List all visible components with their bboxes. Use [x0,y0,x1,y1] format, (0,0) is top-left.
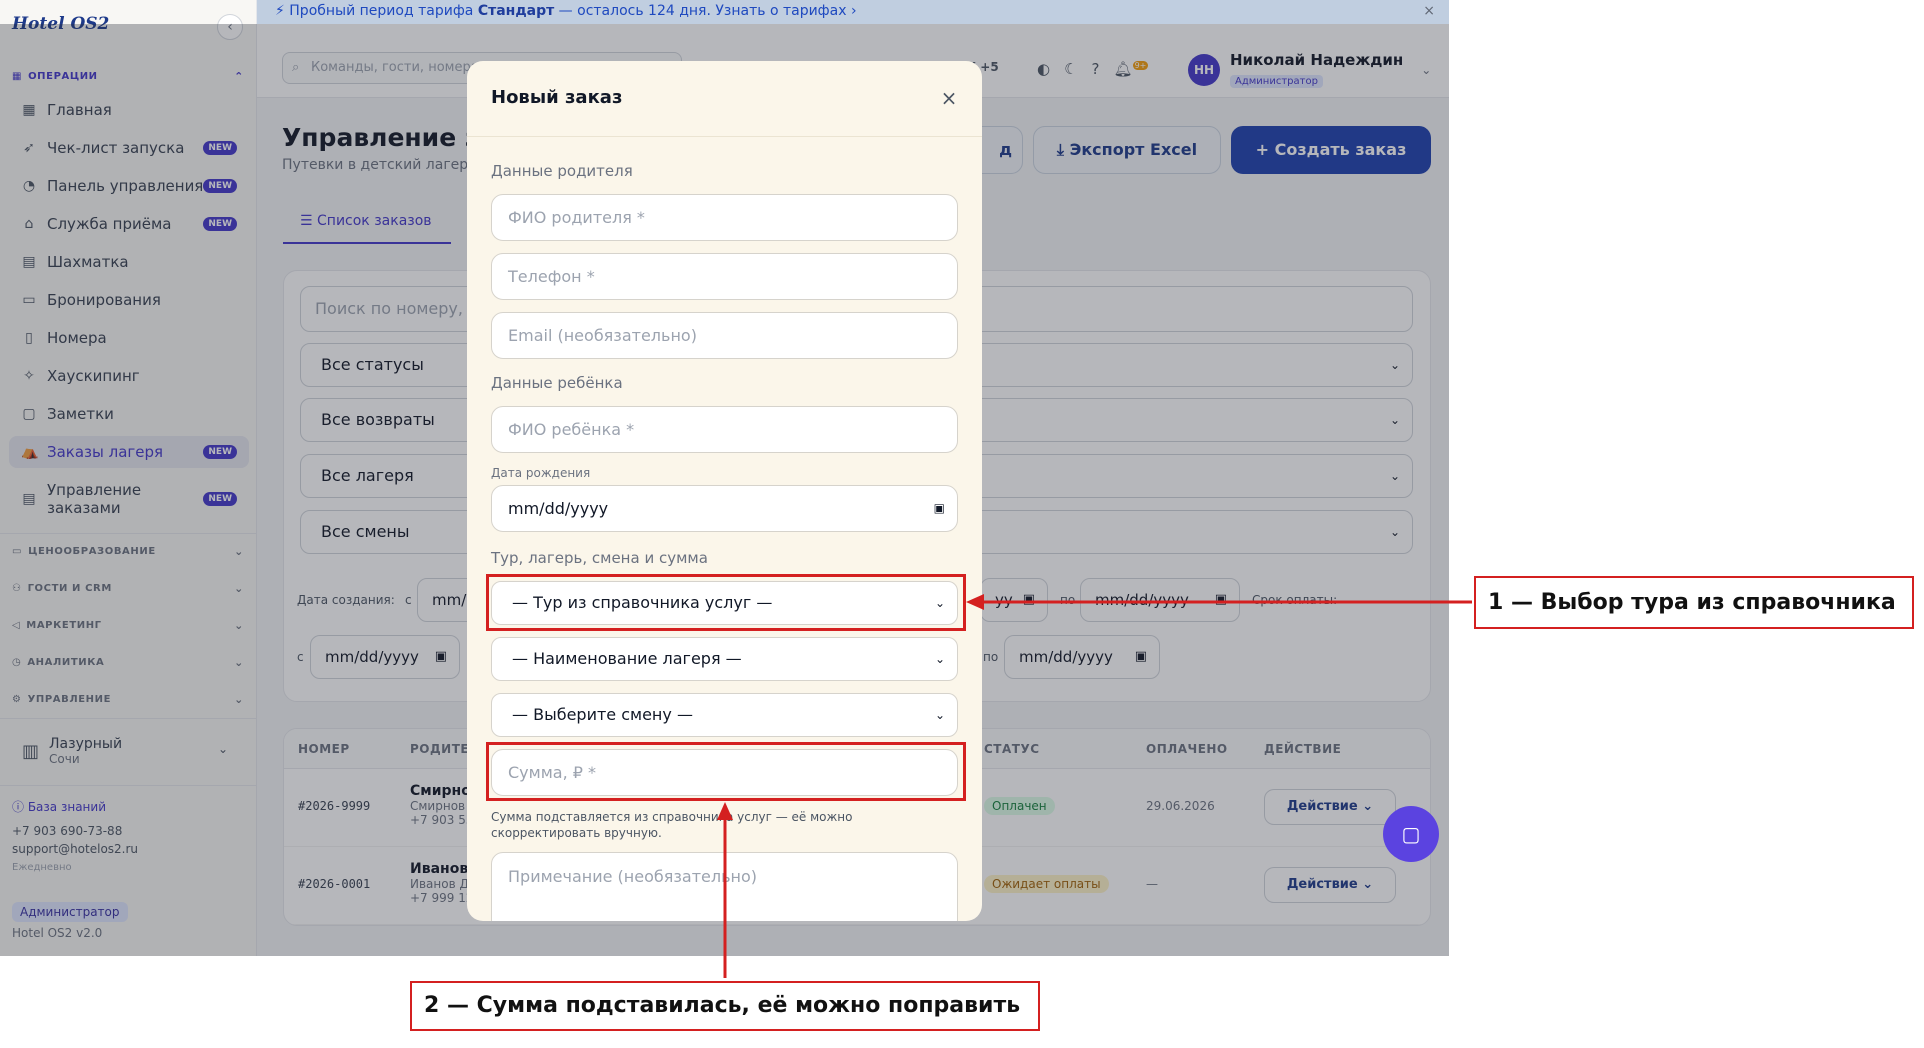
dob-label: Дата рождения [491,466,591,480]
shift-select[interactable]: — Выберите смену — ⌄ [491,693,958,737]
calendar-icon: ▣ [933,501,945,515]
phone-field[interactable]: Телефон * [491,253,958,300]
chevron-down-icon: ⌄ [934,708,945,722]
app-screenshot: Hotel OS2 ‹ ▦ ОПЕРАЦИИ ⌃ ▦ Главная ➶ Чек-л… [0,0,1449,956]
amount-field-highlight [486,742,966,801]
callout-tour-selection: 1 — Выбор тура из справочника [1474,576,1914,629]
child-name-field[interactable]: ФИО ребёнка * [491,406,958,453]
tour-select-highlight [486,574,966,631]
chat-icon[interactable]: ▢ [1383,806,1439,862]
modal-title: Новый заказ [491,87,623,108]
note-textarea[interactable]: Примечание (необязательно) [491,852,958,921]
tour-section-title: Тур, лагерь, смена и сумма [491,549,708,567]
dob-date-input[interactable]: mm/dd/yyyy ▣ [491,485,958,532]
close-icon[interactable]: × [935,84,963,112]
modal-backdrop-top [257,0,1449,24]
child-section-title: Данные ребёнка [491,374,623,392]
camp-select[interactable]: — Наименование лагеря — ⌄ [491,637,958,681]
parent-name-field[interactable]: ФИО родителя * [491,194,958,241]
amount-hint: Сумма подставляется из справочника услуг… [491,810,853,840]
parent-section-title: Данные родителя [491,162,633,180]
chevron-down-icon: ⌄ [934,652,945,666]
callout-amount-prefilled: 2 — Сумма подставилась, её можно поправи… [410,981,1040,1031]
email-field[interactable]: Email (необязательно) [491,312,958,359]
modal-header: Новый заказ × [467,61,982,137]
